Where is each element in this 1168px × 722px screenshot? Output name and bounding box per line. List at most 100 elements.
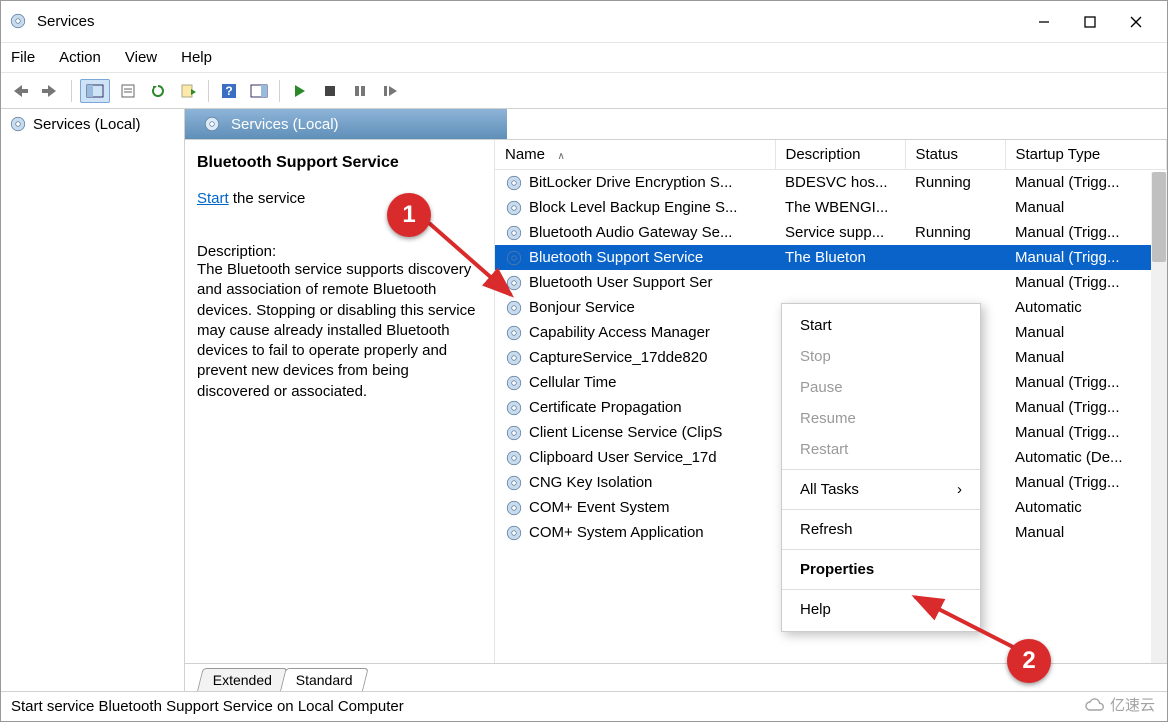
column-header-name[interactable]: Name ∧ [495,140,775,170]
service-desc-cell: The WBENGI... [775,195,905,220]
minimize-button[interactable] [1021,1,1067,43]
window-controls [1021,1,1159,43]
service-startup-cell: Automatic [1005,495,1167,520]
export-list-button[interactable] [176,79,200,103]
maximize-button[interactable] [1067,1,1113,43]
service-startup-cell: Manual (Trigg... [1005,270,1167,295]
menu-file[interactable]: File [11,49,35,66]
context-menu-properties[interactable]: Properties [782,554,980,585]
watermark: 亿速云 [1078,692,1161,717]
service-startup-cell: Manual (Trigg... [1005,370,1167,395]
service-name-cell: COM+ Event System [495,495,775,520]
toolbar: ? [1,73,1167,109]
tree-pane: Services (Local) [1,109,185,691]
service-startup-cell: Manual (Trigg... [1005,395,1167,420]
context-menu-restart: Restart [782,434,980,465]
right-header: Services (Local) [185,109,1167,139]
service-startup-cell: Manual (Trigg... [1005,245,1167,270]
show-hide-tree-button[interactable] [80,79,110,103]
titlebar: Services [1,1,1167,43]
table-row[interactable]: Block Level Backup Engine S...The WBENGI… [495,195,1167,220]
service-name-cell: CNG Key Isolation [495,470,775,495]
service-desc-cell: The Blueton [775,245,905,270]
context-menu-all-tasks[interactable]: All Tasks› [782,474,980,505]
table-row[interactable]: BitLocker Drive Encryption S...BDESVC ho… [495,170,1167,196]
close-button[interactable] [1113,1,1159,43]
forward-button[interactable] [39,79,63,103]
annotation-arrow-1 [425,219,525,305]
menu-help[interactable]: Help [181,49,212,66]
help-toolbar-button[interactable]: ? [217,79,241,103]
service-name-cell: Bonjour Service [495,295,775,320]
annotation-badge-1: 1 [387,193,431,237]
detail-service-name: Bluetooth Support Service [197,154,478,172]
cloud-icon [1084,697,1106,713]
service-name-cell: BitLocker Drive Encryption S... [495,170,775,195]
table-row[interactable]: Bluetooth User Support Ser Manual (Trigg.… [495,270,1167,295]
back-button[interactable] [9,79,33,103]
start-service-button[interactable] [288,79,312,103]
list-scrollbar[interactable] [1151,172,1167,663]
menu-action[interactable]: Action [59,49,101,66]
service-name-cell: Block Level Backup Engine S... [495,195,775,220]
service-name-cell: Client License Service (ClipS [495,420,775,445]
service-name-cell: Clipboard User Service_17d [495,445,775,470]
service-desc-cell: BDESVC hos... [775,170,905,196]
context-menu-pause: Pause [782,372,980,403]
start-service-link[interactable]: Start [197,190,229,207]
annotation-badge-2: 2 [1007,639,1051,683]
service-startup-cell: Manual (Trigg... [1005,220,1167,245]
menu-view[interactable]: View [125,49,157,66]
scrollbar-thumb[interactable] [1152,172,1166,262]
stop-service-button[interactable] [318,79,342,103]
svg-text:?: ? [225,84,232,98]
context-menu-stop: Stop [782,341,980,372]
service-status-cell: Running [905,220,1005,245]
right-header-title: Services (Local) [231,116,339,133]
sort-indicator-icon: ∧ [558,151,565,162]
service-name-cell: Bluetooth Support Service [495,245,775,270]
show-hide-action-pane-button[interactable] [247,79,271,103]
context-menu-resume: Resume [782,403,980,434]
column-header-status[interactable]: Status [905,140,1005,170]
tree-item-services-local[interactable]: Services (Local) [9,115,176,133]
service-name-cell: COM+ System Application [495,520,775,545]
service-startup-cell: Automatic (De... [1005,445,1167,470]
context-menu-start[interactable]: Start [782,310,980,341]
column-header-startup[interactable]: Startup Type [1005,140,1167,170]
service-startup-cell: Automatic [1005,295,1167,320]
service-status-cell [905,195,1005,220]
chevron-right-icon: › [957,481,962,498]
service-name-cell: Cellular Time [495,370,775,395]
context-menu-separator [782,549,980,550]
service-startup-cell: Manual [1005,320,1167,345]
context-menu-separator [782,509,980,510]
table-row[interactable]: Bluetooth Support ServiceThe Blueton Manu… [495,245,1167,270]
context-menu: StartStopPauseResumeRestart All Tasks› Ref… [781,303,981,632]
tab-extended[interactable]: Extended [197,668,288,691]
restart-service-button[interactable] [378,79,402,103]
service-status-cell [905,245,1005,270]
service-name-cell: Bluetooth Audio Gateway Se... [495,220,775,245]
context-menu-separator [782,469,980,470]
service-name-cell: Certificate Propagation [495,395,775,420]
service-name-cell: Bluetooth User Support Ser [495,270,775,295]
menubar: File Action View Help [1,43,1167,73]
properties-toolbar-button[interactable] [116,79,140,103]
tree-item-label: Services (Local) [33,116,141,133]
service-name-cell: CaptureService_17dde820 [495,345,775,370]
service-startup-cell: Manual [1005,520,1167,545]
pause-service-button[interactable] [348,79,372,103]
toolbar-separator [71,80,72,102]
context-menu-refresh[interactable]: Refresh [782,514,980,545]
toolbar-separator [208,80,209,102]
column-header-description[interactable]: Description [775,140,905,170]
table-row[interactable]: Bluetooth Audio Gateway Se...Service sup… [495,220,1167,245]
tab-standard[interactable]: Standard [280,668,369,691]
service-startup-cell: Manual (Trigg... [1005,420,1167,445]
status-text: Start service Bluetooth Support Service … [11,698,404,715]
window-title: Services [37,13,95,30]
refresh-button[interactable] [146,79,170,103]
toolbar-separator [279,80,280,102]
start-suffix: the service [229,190,306,207]
